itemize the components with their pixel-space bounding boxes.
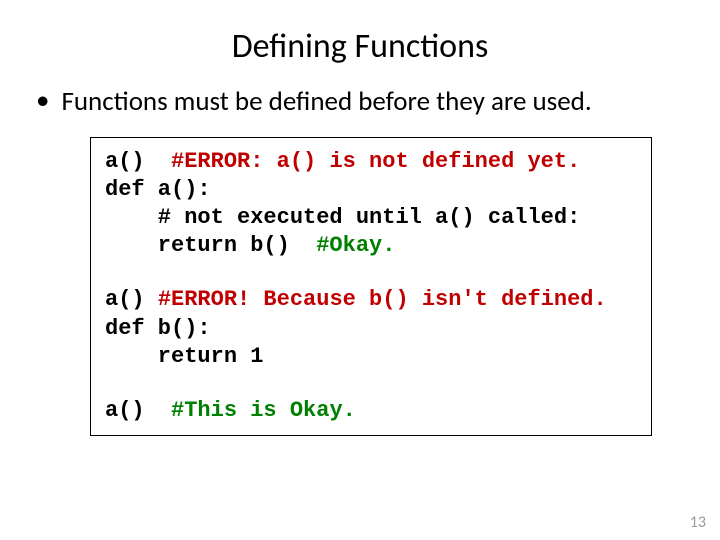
code-line-7: return 1 bbox=[105, 343, 637, 371]
code-text: return b() bbox=[105, 233, 316, 258]
code-text: a() bbox=[105, 398, 171, 423]
code-comment-error: #ERROR! Because b() isn't defined. bbox=[158, 287, 607, 312]
slide: Defining Functions • Functions must be d… bbox=[0, 0, 720, 540]
page-number: 13 bbox=[690, 513, 706, 532]
bullet-item: • Functions must be defined before they … bbox=[36, 85, 690, 119]
code-line-8: a() #This is Okay. bbox=[105, 397, 637, 425]
code-line-2: def a(): bbox=[105, 176, 637, 204]
bullet-text: Functions must be defined before they ar… bbox=[61, 85, 591, 119]
code-text: a() bbox=[105, 287, 158, 312]
code-line-6: def b(): bbox=[105, 315, 637, 343]
code-comment-ok: #This is Okay. bbox=[171, 398, 356, 423]
code-line-1: a() #ERROR: a() is not defined yet. bbox=[105, 148, 637, 176]
code-comment-ok: #Okay. bbox=[316, 233, 395, 258]
code-comment-error: #ERROR: a() is not defined yet. bbox=[171, 149, 580, 174]
code-line-3: # not executed until a() called: bbox=[105, 204, 637, 232]
slide-title: Defining Functions bbox=[30, 26, 690, 67]
code-text: a() bbox=[105, 149, 171, 174]
code-gap bbox=[105, 371, 637, 397]
code-line-5: a() #ERROR! Because b() isn't defined. bbox=[105, 286, 637, 314]
code-line-4: return b() #Okay. bbox=[105, 232, 637, 260]
code-gap bbox=[105, 260, 637, 286]
bullet-dot-icon: • bbox=[36, 85, 49, 117]
code-box: a() #ERROR: a() is not defined yet. def … bbox=[90, 137, 652, 436]
